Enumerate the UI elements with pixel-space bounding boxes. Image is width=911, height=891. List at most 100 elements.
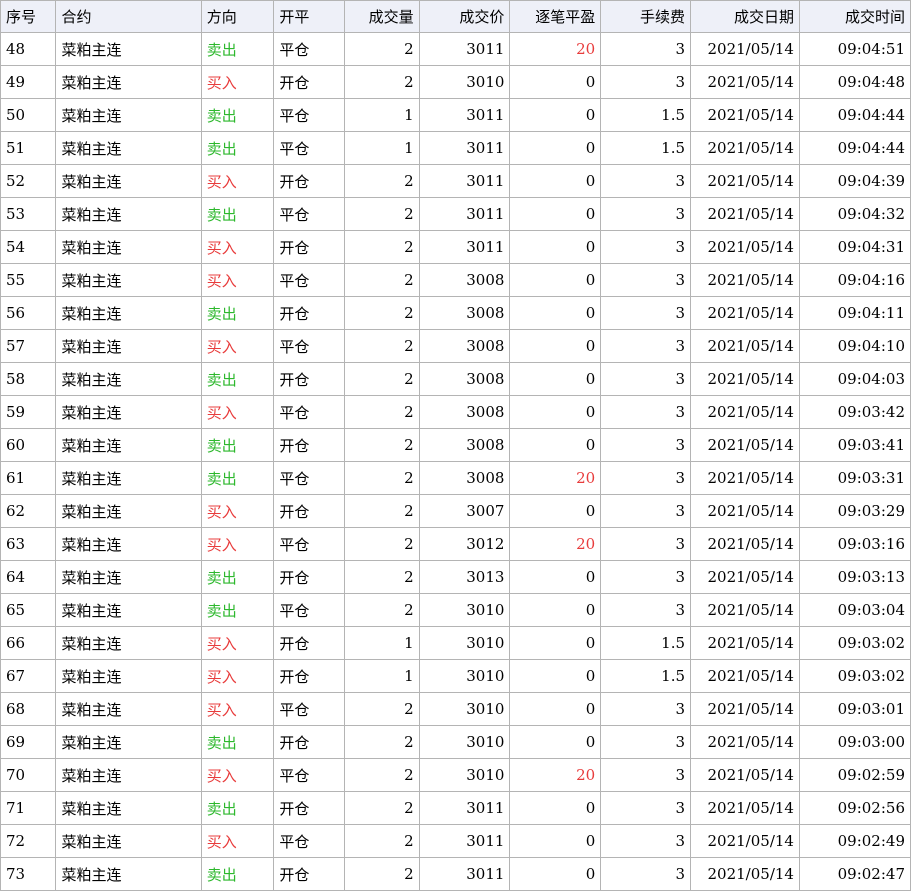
cell-direction: 买入 xyxy=(200,65,275,99)
header-contract[interactable]: 合约 xyxy=(55,0,202,33)
cell-direction: 买入 xyxy=(200,164,275,198)
cell-fee: 3 xyxy=(600,32,692,66)
cell-price: 3010 xyxy=(418,65,511,99)
cell-time: 09:04:44 xyxy=(798,131,911,165)
cell-fee: 3 xyxy=(600,395,692,429)
cell-pnl: 0 xyxy=(509,428,602,462)
table-row[interactable]: 61 菜粕主连 卖出 平仓 2 3008 20 3 2021/05/14 09:03:31 xyxy=(0,461,911,495)
table-row[interactable]: 62 菜粕主连 买入 开仓 2 3007 0 3 2021/05/14 09:03:29 xyxy=(0,494,911,528)
cell-volume: 2 xyxy=(343,824,420,858)
cell-date: 2021/05/14 xyxy=(690,593,800,627)
table-row[interactable]: 66 菜粕主连 买入 开仓 1 3010 0 1.5 2021/05/14 09:03:02 xyxy=(0,626,911,660)
cell-pnl: 0 xyxy=(509,725,602,759)
cell-time: 09:02:56 xyxy=(798,791,911,825)
cell-contract: 菜粕主连 xyxy=(55,494,202,528)
table-row[interactable]: 73 菜粕主连 卖出 开仓 2 3011 0 3 2021/05/14 09:02:47 xyxy=(0,857,911,891)
table-row[interactable]: 71 菜粕主连 卖出 开仓 2 3011 0 3 2021/05/14 09:02:56 xyxy=(0,791,911,825)
table-row[interactable]: 67 菜粕主连 买入 开仓 1 3010 0 1.5 2021/05/14 09:03:02 xyxy=(0,659,911,693)
cell-seq: 61 xyxy=(0,461,57,495)
cell-seq: 66 xyxy=(0,626,57,660)
cell-contract: 菜粕主连 xyxy=(55,626,202,660)
cell-time: 09:03:16 xyxy=(798,527,911,561)
cell-fee: 1.5 xyxy=(600,131,692,165)
cell-volume: 2 xyxy=(343,428,420,462)
table-row[interactable]: 63 菜粕主连 买入 平仓 2 3012 20 3 2021/05/14 09:03:16 xyxy=(0,527,911,561)
cell-direction: 买入 xyxy=(200,395,275,429)
cell-volume: 2 xyxy=(343,362,420,396)
cell-offset: 开仓 xyxy=(273,659,345,693)
cell-fee: 3 xyxy=(600,527,692,561)
cell-date: 2021/05/14 xyxy=(690,857,800,891)
cell-pnl: 0 xyxy=(509,857,602,891)
cell-direction: 买入 xyxy=(200,692,275,726)
cell-pnl: 0 xyxy=(509,395,602,429)
cell-fee: 3 xyxy=(600,725,692,759)
cell-contract: 菜粕主连 xyxy=(55,692,202,726)
cell-direction: 买入 xyxy=(200,824,275,858)
cell-direction: 买入 xyxy=(200,329,275,363)
cell-fee: 3 xyxy=(600,362,692,396)
cell-volume: 2 xyxy=(343,197,420,231)
cell-direction: 卖出 xyxy=(200,725,275,759)
cell-volume: 2 xyxy=(343,494,420,528)
header-seq[interactable]: 序号 xyxy=(0,0,57,33)
cell-offset: 平仓 xyxy=(273,527,345,561)
cell-direction: 卖出 xyxy=(200,197,275,231)
cell-time: 09:03:00 xyxy=(798,725,911,759)
cell-price: 3008 xyxy=(418,395,511,429)
table-row[interactable]: 68 菜粕主连 买入 平仓 2 3010 0 3 2021/05/14 09:03:01 xyxy=(0,692,911,726)
table-row[interactable]: 48 菜粕主连 卖出 平仓 2 3011 20 3 2021/05/14 09:04:51 xyxy=(0,32,911,66)
cell-time: 09:02:47 xyxy=(798,857,911,891)
cell-time: 09:04:39 xyxy=(798,164,911,198)
cell-direction: 卖出 xyxy=(200,593,275,627)
cell-date: 2021/05/14 xyxy=(690,560,800,594)
header-pnl[interactable]: 逐笔平盈 xyxy=(509,0,602,33)
cell-time: 09:03:02 xyxy=(798,626,911,660)
header-price[interactable]: 成交价 xyxy=(418,0,511,33)
header-time[interactable]: 成交时间 xyxy=(798,0,911,33)
table-row[interactable]: 57 菜粕主连 买入 平仓 2 3008 0 3 2021/05/14 09:04:10 xyxy=(0,329,911,363)
cell-contract: 菜粕主连 xyxy=(55,65,202,99)
cell-offset: 开仓 xyxy=(273,164,345,198)
cell-pnl: 0 xyxy=(509,560,602,594)
table-row[interactable]: 65 菜粕主连 卖出 平仓 2 3010 0 3 2021/05/14 09:03:04 xyxy=(0,593,911,627)
cell-offset: 平仓 xyxy=(273,593,345,627)
table-row[interactable]: 50 菜粕主连 卖出 平仓 1 3011 0 1.5 2021/05/14 09:04:44 xyxy=(0,98,911,132)
header-fee[interactable]: 手续费 xyxy=(600,0,692,33)
table-row[interactable]: 64 菜粕主连 卖出 开仓 2 3013 0 3 2021/05/14 09:03:13 xyxy=(0,560,911,594)
cell-price: 3007 xyxy=(418,494,511,528)
table-row[interactable]: 53 菜粕主连 卖出 平仓 2 3011 0 3 2021/05/14 09:04:32 xyxy=(0,197,911,231)
table-row[interactable]: 70 菜粕主连 买入 平仓 2 3010 20 3 2021/05/14 09:02:59 xyxy=(0,758,911,792)
cell-contract: 菜粕主连 xyxy=(55,32,202,66)
table-row[interactable]: 60 菜粕主连 卖出 开仓 2 3008 0 3 2021/05/14 09:03:41 xyxy=(0,428,911,462)
table-row[interactable]: 56 菜粕主连 卖出 开仓 2 3008 0 3 2021/05/14 09:04:11 xyxy=(0,296,911,330)
trade-records-table: 序号 合约 方向 开平 成交量 成交价 逐笔平盈 手续费 成交日期 成交时间 4… xyxy=(0,0,911,891)
table-row[interactable]: 55 菜粕主连 买入 平仓 2 3008 0 3 2021/05/14 09:04:16 xyxy=(0,263,911,297)
header-date[interactable]: 成交日期 xyxy=(690,0,800,33)
table-row[interactable]: 54 菜粕主连 买入 开仓 2 3011 0 3 2021/05/14 09:04:31 xyxy=(0,230,911,264)
table-row[interactable]: 52 菜粕主连 买入 开仓 2 3011 0 3 2021/05/14 09:04:39 xyxy=(0,164,911,198)
cell-volume: 2 xyxy=(343,329,420,363)
header-direction[interactable]: 方向 xyxy=(200,0,275,33)
header-volume[interactable]: 成交量 xyxy=(343,0,420,33)
cell-time: 09:04:10 xyxy=(798,329,911,363)
cell-date: 2021/05/14 xyxy=(690,626,800,660)
cell-contract: 菜粕主连 xyxy=(55,659,202,693)
cell-time: 09:04:16 xyxy=(798,263,911,297)
cell-seq: 58 xyxy=(0,362,57,396)
table-row[interactable]: 51 菜粕主连 卖出 平仓 1 3011 0 1.5 2021/05/14 09:04:44 xyxy=(0,131,911,165)
table-row[interactable]: 59 菜粕主连 买入 平仓 2 3008 0 3 2021/05/14 09:03:42 xyxy=(0,395,911,429)
cell-volume: 1 xyxy=(343,98,420,132)
table-row[interactable]: 49 菜粕主连 买入 开仓 2 3010 0 3 2021/05/14 09:04:48 xyxy=(0,65,911,99)
cell-date: 2021/05/14 xyxy=(690,65,800,99)
cell-fee: 3 xyxy=(600,461,692,495)
cell-price: 3008 xyxy=(418,263,511,297)
header-offset[interactable]: 开平 xyxy=(273,0,345,33)
table-row[interactable]: 72 菜粕主连 买入 平仓 2 3011 0 3 2021/05/14 09:02:49 xyxy=(0,824,911,858)
cell-pnl: 0 xyxy=(509,329,602,363)
cell-volume: 2 xyxy=(343,164,420,198)
cell-offset: 平仓 xyxy=(273,395,345,429)
table-row[interactable]: 69 菜粕主连 卖出 开仓 2 3010 0 3 2021/05/14 09:03:00 xyxy=(0,725,911,759)
cell-contract: 菜粕主连 xyxy=(55,461,202,495)
table-row[interactable]: 58 菜粕主连 卖出 开仓 2 3008 0 3 2021/05/14 09:04:03 xyxy=(0,362,911,396)
